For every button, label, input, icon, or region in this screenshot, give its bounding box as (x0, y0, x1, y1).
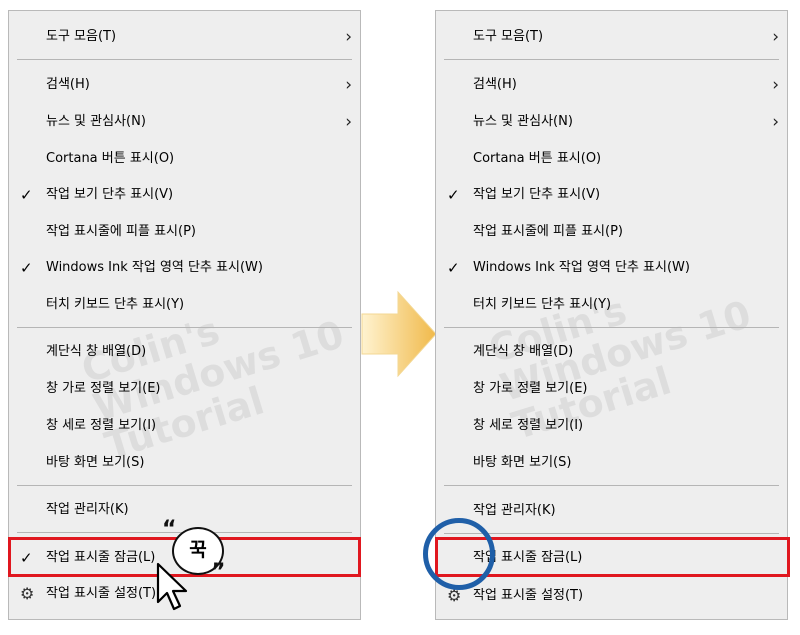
menu-item-label: 창 가로 정렬 보기(E) (473, 381, 588, 396)
menu-item-label: 작업 관리자(K) (46, 502, 129, 517)
menu-item-label: 바탕 화면 보기(S) (46, 455, 145, 470)
menu-item-label: 작업 보기 단추 표시(V) (46, 187, 174, 202)
menu-item-task-manager[interactable]: 작업 관리자(K) (9, 493, 360, 527)
menu-item-stacked[interactable]: 창 가로 정렬 보기(E) (436, 372, 787, 406)
chevron-right-icon: › (345, 27, 352, 47)
menu-item-label: Cortana 버튼 표시(O) (473, 151, 602, 166)
menu-item-task-view[interactable]: ✓ 작업 보기 단추 표시(V) (436, 178, 787, 212)
menu-item-windows-ink[interactable]: ✓ Windows Ink 작업 영역 단추 표시(W) (436, 251, 787, 285)
context-menu-after: Colin's Windows 10 Tutorial 도구 모음(T) › 검… (435, 10, 788, 620)
menu-item-label: 창 세로 정렬 보기(I) (46, 418, 157, 433)
menu-item-label: Cortana 버튼 표시(O) (46, 151, 175, 166)
menu-item-label: 작업 관리자(K) (473, 503, 556, 518)
menu-item-label: 터치 키보드 단추 표시(Y) (473, 297, 612, 312)
menu-item-touch-keyboard[interactable]: 터치 키보드 단추 표시(Y) (436, 288, 787, 322)
menu-item-label: 바탕 화면 보기(S) (473, 455, 572, 470)
menu-item-label: 검색(H) (473, 77, 517, 92)
menu-item-touch-keyboard[interactable]: 터치 키보드 단추 표시(Y) (9, 288, 360, 322)
menu-item-search[interactable]: 검색(H) › (9, 68, 360, 102)
menu-item-label: 도구 모음(T) (473, 29, 544, 44)
menu-item-cascade[interactable]: 계단식 창 배열(D) (9, 335, 360, 369)
menu-item-toolbar[interactable]: 도구 모음(T) › (436, 20, 787, 54)
mouse-pointer-icon (156, 562, 188, 611)
chevron-right-icon: › (772, 27, 779, 47)
menu-separator (444, 327, 779, 328)
menu-item-side-by-side[interactable]: 창 세로 정렬 보기(I) (436, 409, 787, 443)
chevron-right-icon: › (345, 75, 352, 95)
menu-item-label: 검색(H) (46, 77, 90, 92)
menu-item-news[interactable]: 뉴스 및 관심사(N) › (436, 105, 787, 139)
menu-item-label: 도구 모음(T) (46, 29, 117, 44)
menu-item-label: 계단식 창 배열(D) (473, 344, 574, 359)
menu-separator (17, 327, 352, 328)
menu-item-cortana[interactable]: Cortana 버튼 표시(O) (9, 142, 360, 176)
quote-open-mark: “ (162, 517, 177, 542)
checkmark-icon: ✓ (447, 186, 460, 204)
menu-item-label: 작업 표시줄에 피플 표시(P) (46, 224, 196, 239)
chevron-right-icon: › (345, 112, 352, 132)
highlight-circle (423, 518, 495, 590)
menu-item-show-desktop[interactable]: 바탕 화면 보기(S) (436, 446, 787, 480)
menu-item-news[interactable]: 뉴스 및 관심사(N) › (9, 105, 360, 139)
menu-separator (444, 533, 779, 534)
menu-item-label: 작업 표시줄에 피플 표시(P) (473, 224, 623, 239)
context-menu-before: Colin's Windows 10 Tutorial 도구 모음(T) › 검… (8, 10, 361, 620)
menu-item-toolbar[interactable]: 도구 모음(T) › (9, 20, 360, 54)
menu-item-show-desktop[interactable]: 바탕 화면 보기(S) (9, 446, 360, 480)
menu-item-people[interactable]: 작업 표시줄에 피플 표시(P) (9, 215, 360, 249)
menu-item-cortana[interactable]: Cortana 버튼 표시(O) (436, 142, 787, 176)
menu-item-label: Windows Ink 작업 영역 단추 표시(W) (473, 260, 690, 275)
arrow-right-icon (361, 290, 437, 378)
menu-item-label: 뉴스 및 관심사(N) (473, 114, 573, 129)
menu-item-cascade[interactable]: 계단식 창 배열(D) (436, 335, 787, 369)
checkmark-icon: ✓ (20, 186, 33, 204)
menu-separator (444, 59, 779, 60)
chevron-right-icon: › (772, 75, 779, 95)
menu-item-label: 창 가로 정렬 보기(E) (46, 381, 161, 396)
menu-item-label: 계단식 창 배열(D) (46, 344, 147, 359)
menu-item-label: 뉴스 및 관심사(N) (46, 114, 146, 129)
menu-item-people[interactable]: 작업 표시줄에 피플 표시(P) (436, 215, 787, 249)
menu-item-label: 작업 보기 단추 표시(V) (473, 187, 601, 202)
menu-item-label: 터치 키보드 단추 표시(Y) (46, 297, 185, 312)
menu-item-label: 창 세로 정렬 보기(I) (473, 418, 584, 433)
gear-icon: ⚙ (20, 584, 35, 603)
quote-close-mark: ” (211, 560, 226, 585)
checkmark-icon: ✓ (20, 259, 33, 277)
menu-item-stacked[interactable]: 창 가로 정렬 보기(E) (9, 372, 360, 406)
menu-item-label: 작업 표시줄 설정(T) (46, 586, 157, 601)
menu-separator (17, 59, 352, 60)
menu-item-taskbar-settings[interactable]: ⚙ 작업 표시줄 설정(T) (436, 579, 787, 613)
menu-item-windows-ink[interactable]: ✓ Windows Ink 작업 영역 단추 표시(W) (9, 251, 360, 285)
chevron-right-icon: › (772, 112, 779, 132)
menu-item-side-by-side[interactable]: 창 세로 정렬 보기(I) (9, 409, 360, 443)
menu-separator (444, 485, 779, 486)
menu-item-task-view[interactable]: ✓ 작업 보기 단추 표시(V) (9, 178, 360, 212)
menu-item-search[interactable]: 검색(H) › (436, 68, 787, 102)
menu-separator (17, 485, 352, 486)
checkmark-icon: ✓ (447, 259, 460, 277)
menu-item-task-manager[interactable]: 작업 관리자(K) (436, 494, 787, 528)
menu-item-label: Windows Ink 작업 영역 단추 표시(W) (46, 260, 263, 275)
menu-item-label: 작업 표시줄 설정(T) (473, 588, 584, 603)
